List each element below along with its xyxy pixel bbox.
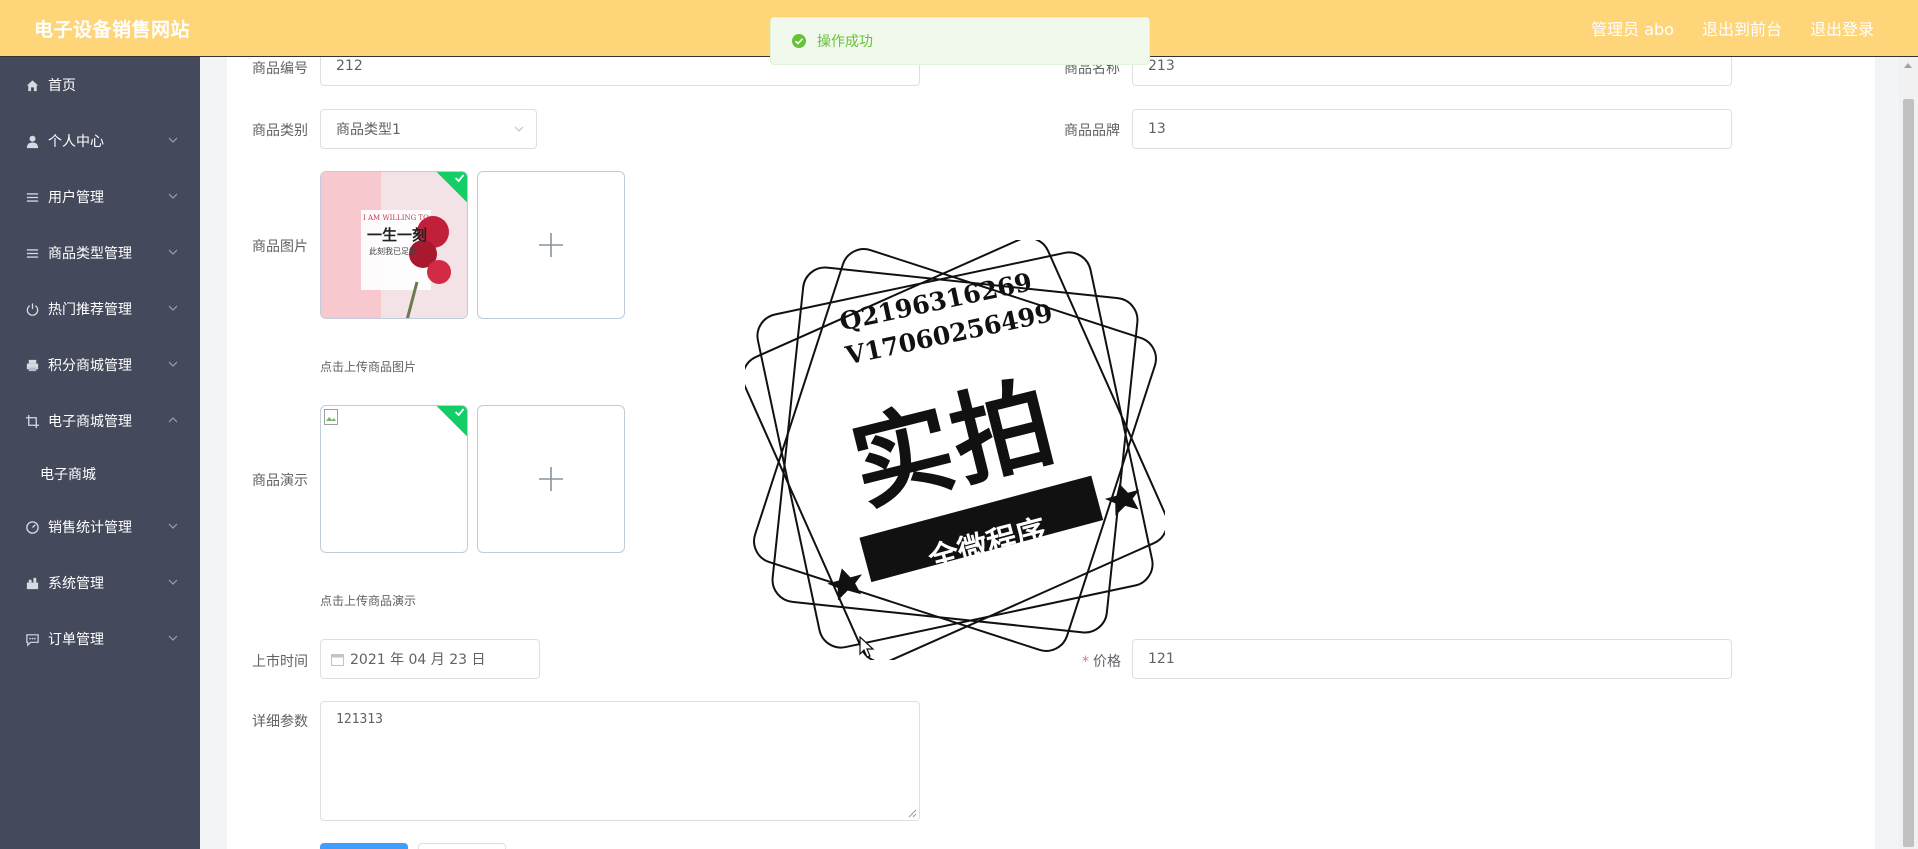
header-actions: 管理员 abo 退出到前台 退出登录 (1591, 16, 1874, 40)
image-upload-button[interactable] (477, 171, 625, 319)
sidebar-item-label: 电子商城管理 (48, 414, 132, 430)
site-brand[interactable]: 电子设备销售网站 (34, 15, 190, 42)
user-icon (24, 133, 40, 149)
sidebar-item-label: 积分商城管理 (48, 358, 132, 374)
thumbnail-caption-2: 一生一刻 (367, 226, 428, 244)
gauge-icon (24, 519, 40, 535)
admin-name: 管理员 abo (1591, 20, 1674, 39)
category-value: 商品类型1 (336, 122, 401, 138)
demo-label: 商品演示 (252, 473, 308, 489)
menu-icon (24, 245, 40, 261)
chevron-down-icon (168, 137, 178, 143)
upload-success-badge (435, 406, 467, 438)
thumbnail-caption-3: 此刻我已足够 (369, 247, 417, 256)
shop-icon (24, 575, 40, 591)
sidebar-item-label: 热门推荐管理 (48, 302, 132, 318)
sidebar-item-label: 个人中心 (48, 134, 104, 150)
check-icon (454, 408, 465, 417)
sidebar-item-label: 销售统计管理 (48, 520, 132, 536)
printer-icon (24, 357, 40, 373)
sidebar-item-electronic-mall[interactable]: 电子商城管理 (0, 393, 200, 449)
brand-input[interactable]: 13 (1132, 109, 1732, 149)
sidebar-item-label: 用户管理 (48, 190, 104, 206)
scroll-up-arrow-icon[interactable] (1904, 63, 1912, 68)
sidebar-item-system[interactable]: 系统管理 (0, 555, 200, 611)
params-textarea[interactable]: 121313 (320, 701, 920, 821)
mouse-cursor-icon (859, 636, 875, 658)
demo-upload-button[interactable] (477, 405, 625, 553)
success-toast: 操作成功 (770, 17, 1150, 65)
sidebar-item-hot-recommend[interactable]: 热门推荐管理 (0, 281, 200, 337)
price-label: * 价格 (1082, 654, 1121, 670)
check-icon (454, 174, 465, 183)
chevron-down-icon (168, 249, 178, 255)
submit-button[interactable] (320, 843, 408, 849)
sidebar-item-users[interactable]: 用户管理 (0, 169, 200, 225)
chevron-down-icon (168, 193, 178, 199)
image-label: 商品图片 (252, 239, 308, 255)
chevron-up-icon (168, 417, 178, 423)
home-icon (24, 77, 40, 93)
broken-image-icon (324, 409, 338, 425)
plus-icon (539, 233, 563, 257)
scrollbar-thumb[interactable] (1903, 99, 1914, 847)
chevron-down-icon (168, 579, 178, 585)
sidebar-subitem-electronic-mall[interactable]: 电子商城 (0, 449, 200, 499)
product-name-value: 213 (1148, 58, 1175, 74)
params-label: 详细参数 (252, 714, 308, 730)
sidebar-item-label: 商品类型管理 (48, 246, 132, 262)
product-no-value: 212 (336, 58, 363, 74)
crop-icon (24, 413, 40, 429)
page-scrollbar[interactable] (1899, 57, 1918, 849)
back-to-front-link[interactable]: 退出到前台 (1702, 16, 1782, 40)
sidebar-item-profile[interactable]: 个人中心 (0, 113, 200, 169)
plus-icon (539, 467, 563, 491)
chat-icon (24, 631, 40, 647)
sidebar-item-label: 首页 (48, 78, 76, 94)
image-hint: 点击上传商品图片 (320, 360, 417, 374)
chevron-down-icon (168, 361, 178, 367)
price-input[interactable]: 121 (1132, 639, 1732, 679)
chevron-down-icon (168, 523, 178, 529)
power-icon (24, 301, 40, 317)
demo-hint: 点击上传商品演示 (320, 594, 417, 608)
params-value: 121313 (336, 712, 383, 727)
product-no-label: 商品编号 (252, 61, 308, 77)
menu-icon (24, 189, 40, 205)
launch-date-picker[interactable]: 2021 年 04 月 23 日 (320, 639, 540, 679)
price-value: 121 (1148, 651, 1175, 667)
sidebar-item-label: 订单管理 (48, 632, 104, 648)
calendar-icon (331, 653, 344, 666)
sidebar: 首页 个人中心 用户管理 商品类型管理 热门推荐管理 积分商城管理 电子商城管理… (0, 57, 200, 849)
category-select[interactable]: 商品类型1 (320, 109, 537, 149)
brand-value: 13 (1148, 121, 1166, 137)
success-check-icon (792, 34, 806, 48)
chevron-down-icon (168, 635, 178, 641)
thumbnail-caption-1: I AM WILLING TO (363, 214, 429, 222)
launch-date-value: 2021 年 04 月 23 日 (350, 652, 486, 668)
product-image-thumbnail[interactable]: I AM WILLING TO 一生一刻 此刻我已足够 (320, 171, 468, 319)
sidebar-item-label: 系统管理 (48, 576, 104, 592)
logout-link[interactable]: 退出登录 (1810, 16, 1874, 40)
chevron-down-icon (168, 305, 178, 311)
cancel-button[interactable] (418, 843, 506, 849)
sidebar-item-sales-stats[interactable]: 销售统计管理 (0, 499, 200, 555)
brand-label: 商品品牌 (1064, 123, 1120, 139)
sidebar-item-points-mall[interactable]: 积分商城管理 (0, 337, 200, 393)
chevron-down-icon (514, 126, 524, 132)
sidebar-item-orders[interactable]: 订单管理 (0, 611, 200, 667)
product-demo-thumbnail[interactable] (320, 405, 468, 553)
sidebar-item-home[interactable]: 首页 (0, 57, 200, 113)
price-label-text: 价格 (1093, 654, 1121, 670)
toast-message: 操作成功 (817, 34, 873, 50)
category-label: 商品类别 (252, 123, 308, 139)
sidebar-item-product-types[interactable]: 商品类型管理 (0, 225, 200, 281)
launch-label: 上市时间 (252, 654, 308, 670)
resize-handle-icon (908, 809, 917, 818)
